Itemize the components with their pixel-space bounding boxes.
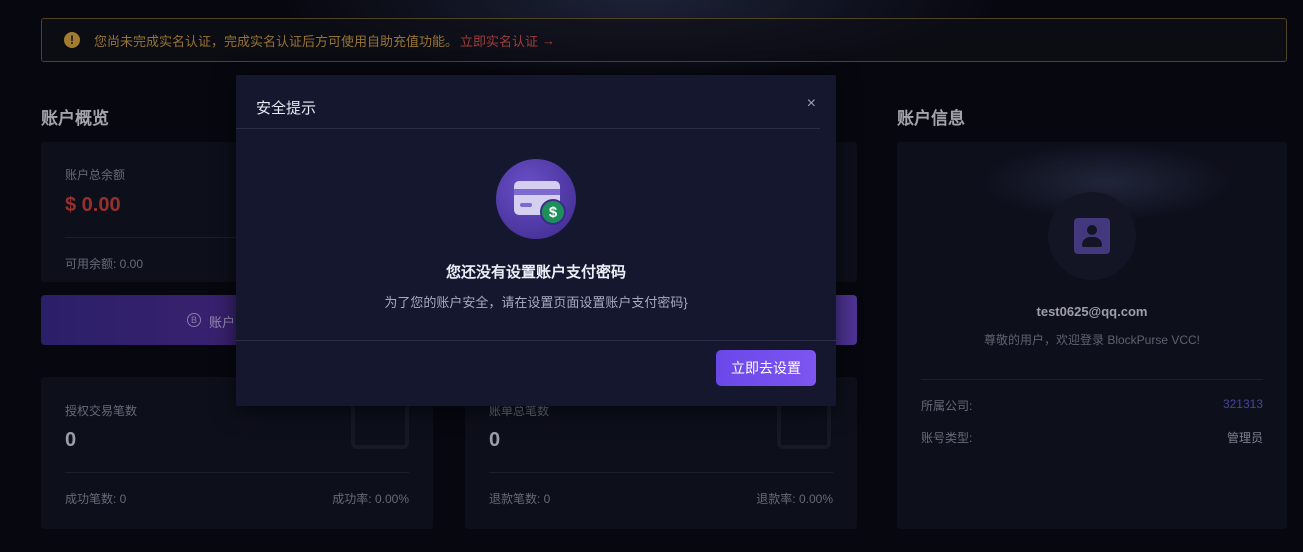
payment-card-icon: $ <box>496 159 576 239</box>
go-settings-button[interactable]: 立即去设置 <box>716 350 816 386</box>
security-modal: 安全提示 × $ 您还没有设置账户支付密码 为了您的账户安全，请在设置页面设置账… <box>236 75 836 406</box>
divider <box>236 340 836 341</box>
divider <box>236 128 820 129</box>
modal-title: 安全提示 <box>256 100 317 117</box>
modal-heading: 您还没有设置账户支付密码 <box>445 264 626 281</box>
modal-description: 为了您的账户安全，请在设置页面设置账户支付密码} <box>384 295 688 310</box>
dollar-icon: $ <box>540 199 566 225</box>
modal-header: 安全提示 × <box>236 75 836 129</box>
close-icon[interactable]: × <box>807 96 816 112</box>
